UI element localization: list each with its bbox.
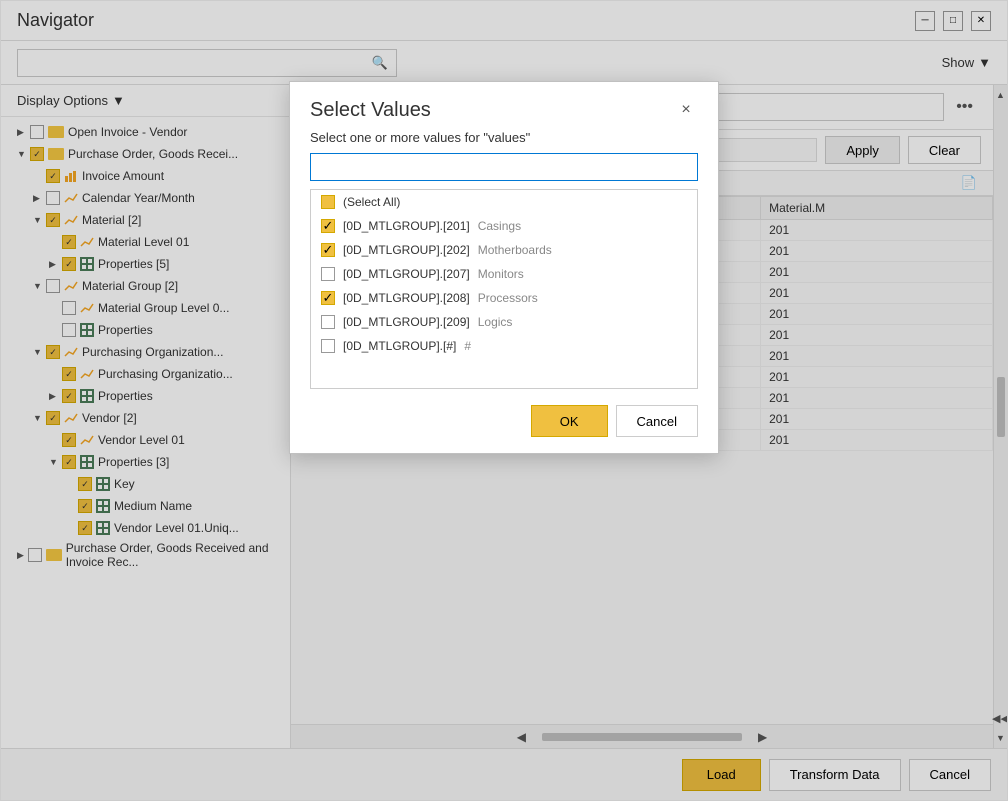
- modal-close-button[interactable]: ×: [674, 98, 698, 122]
- modal-list-item[interactable]: ✓ [0D_MTLGROUP].[201] Casings: [311, 214, 697, 238]
- list-item-name: Motherboards: [478, 243, 552, 257]
- modal-list-item[interactable]: [0D_MTLGROUP].[#] #: [311, 334, 697, 358]
- modal-list-item[interactable]: (Select All): [311, 190, 697, 214]
- modal-list-item[interactable]: ✓ [0D_MTLGROUP].[202] Motherboards: [311, 238, 697, 262]
- modal-overlay: Select Values × Select one or more value…: [1, 1, 1007, 800]
- list-item-name: Casings: [478, 219, 521, 233]
- modal-list-item[interactable]: ✓ [0D_MTLGROUP].[208] Processors: [311, 286, 697, 310]
- select-all-icon: [321, 195, 335, 209]
- list-item-code: [0D_MTLGROUP].[209]: [343, 315, 470, 329]
- modal-list-item[interactable]: [0D_MTLGROUP].[209] Logics: [311, 310, 697, 334]
- modal-title: Select Values: [310, 99, 431, 122]
- list-item-checkbox[interactable]: ✓: [321, 243, 335, 257]
- ok-button[interactable]: OK: [531, 405, 608, 437]
- list-item-checkbox[interactable]: ✓: [321, 291, 335, 305]
- list-item-code: [0D_MTLGROUP].[202]: [343, 243, 470, 257]
- list-item-name: #: [464, 339, 471, 353]
- list-item-name: Logics: [478, 315, 513, 329]
- list-item-code: [0D_MTLGROUP].[208]: [343, 291, 470, 305]
- modal-header: Select Values ×: [290, 82, 718, 130]
- list-item-checkbox[interactable]: [321, 315, 335, 329]
- select-values-modal: Select Values × Select one or more value…: [289, 81, 719, 454]
- list-item-code: [0D_MTLGROUP].[201]: [343, 219, 470, 233]
- list-item-name: Monitors: [478, 267, 524, 281]
- main-window: Navigator ─ □ ✕ 🔍 Show ▼ Display Options…: [0, 0, 1008, 801]
- list-item-label: (Select All): [343, 195, 400, 209]
- list-item-code: [0D_MTLGROUP].[207]: [343, 267, 470, 281]
- modal-search-input[interactable]: [310, 153, 698, 181]
- modal-footer: OK Cancel: [290, 389, 718, 453]
- list-item-checkbox[interactable]: [321, 267, 335, 281]
- list-item-checkbox[interactable]: ✓: [321, 219, 335, 233]
- modal-subtitle: Select one or more values for "values": [290, 130, 718, 153]
- list-item-checkbox[interactable]: [321, 339, 335, 353]
- modal-list: (Select All) ✓ [0D_MTLGROUP].[201] Casings…: [310, 189, 698, 389]
- list-item-code: [0D_MTLGROUP].[#]: [343, 339, 456, 353]
- modal-list-item[interactable]: [0D_MTLGROUP].[207] Monitors: [311, 262, 697, 286]
- list-item-name: Processors: [478, 291, 538, 305]
- modal-cancel-button[interactable]: Cancel: [616, 405, 698, 437]
